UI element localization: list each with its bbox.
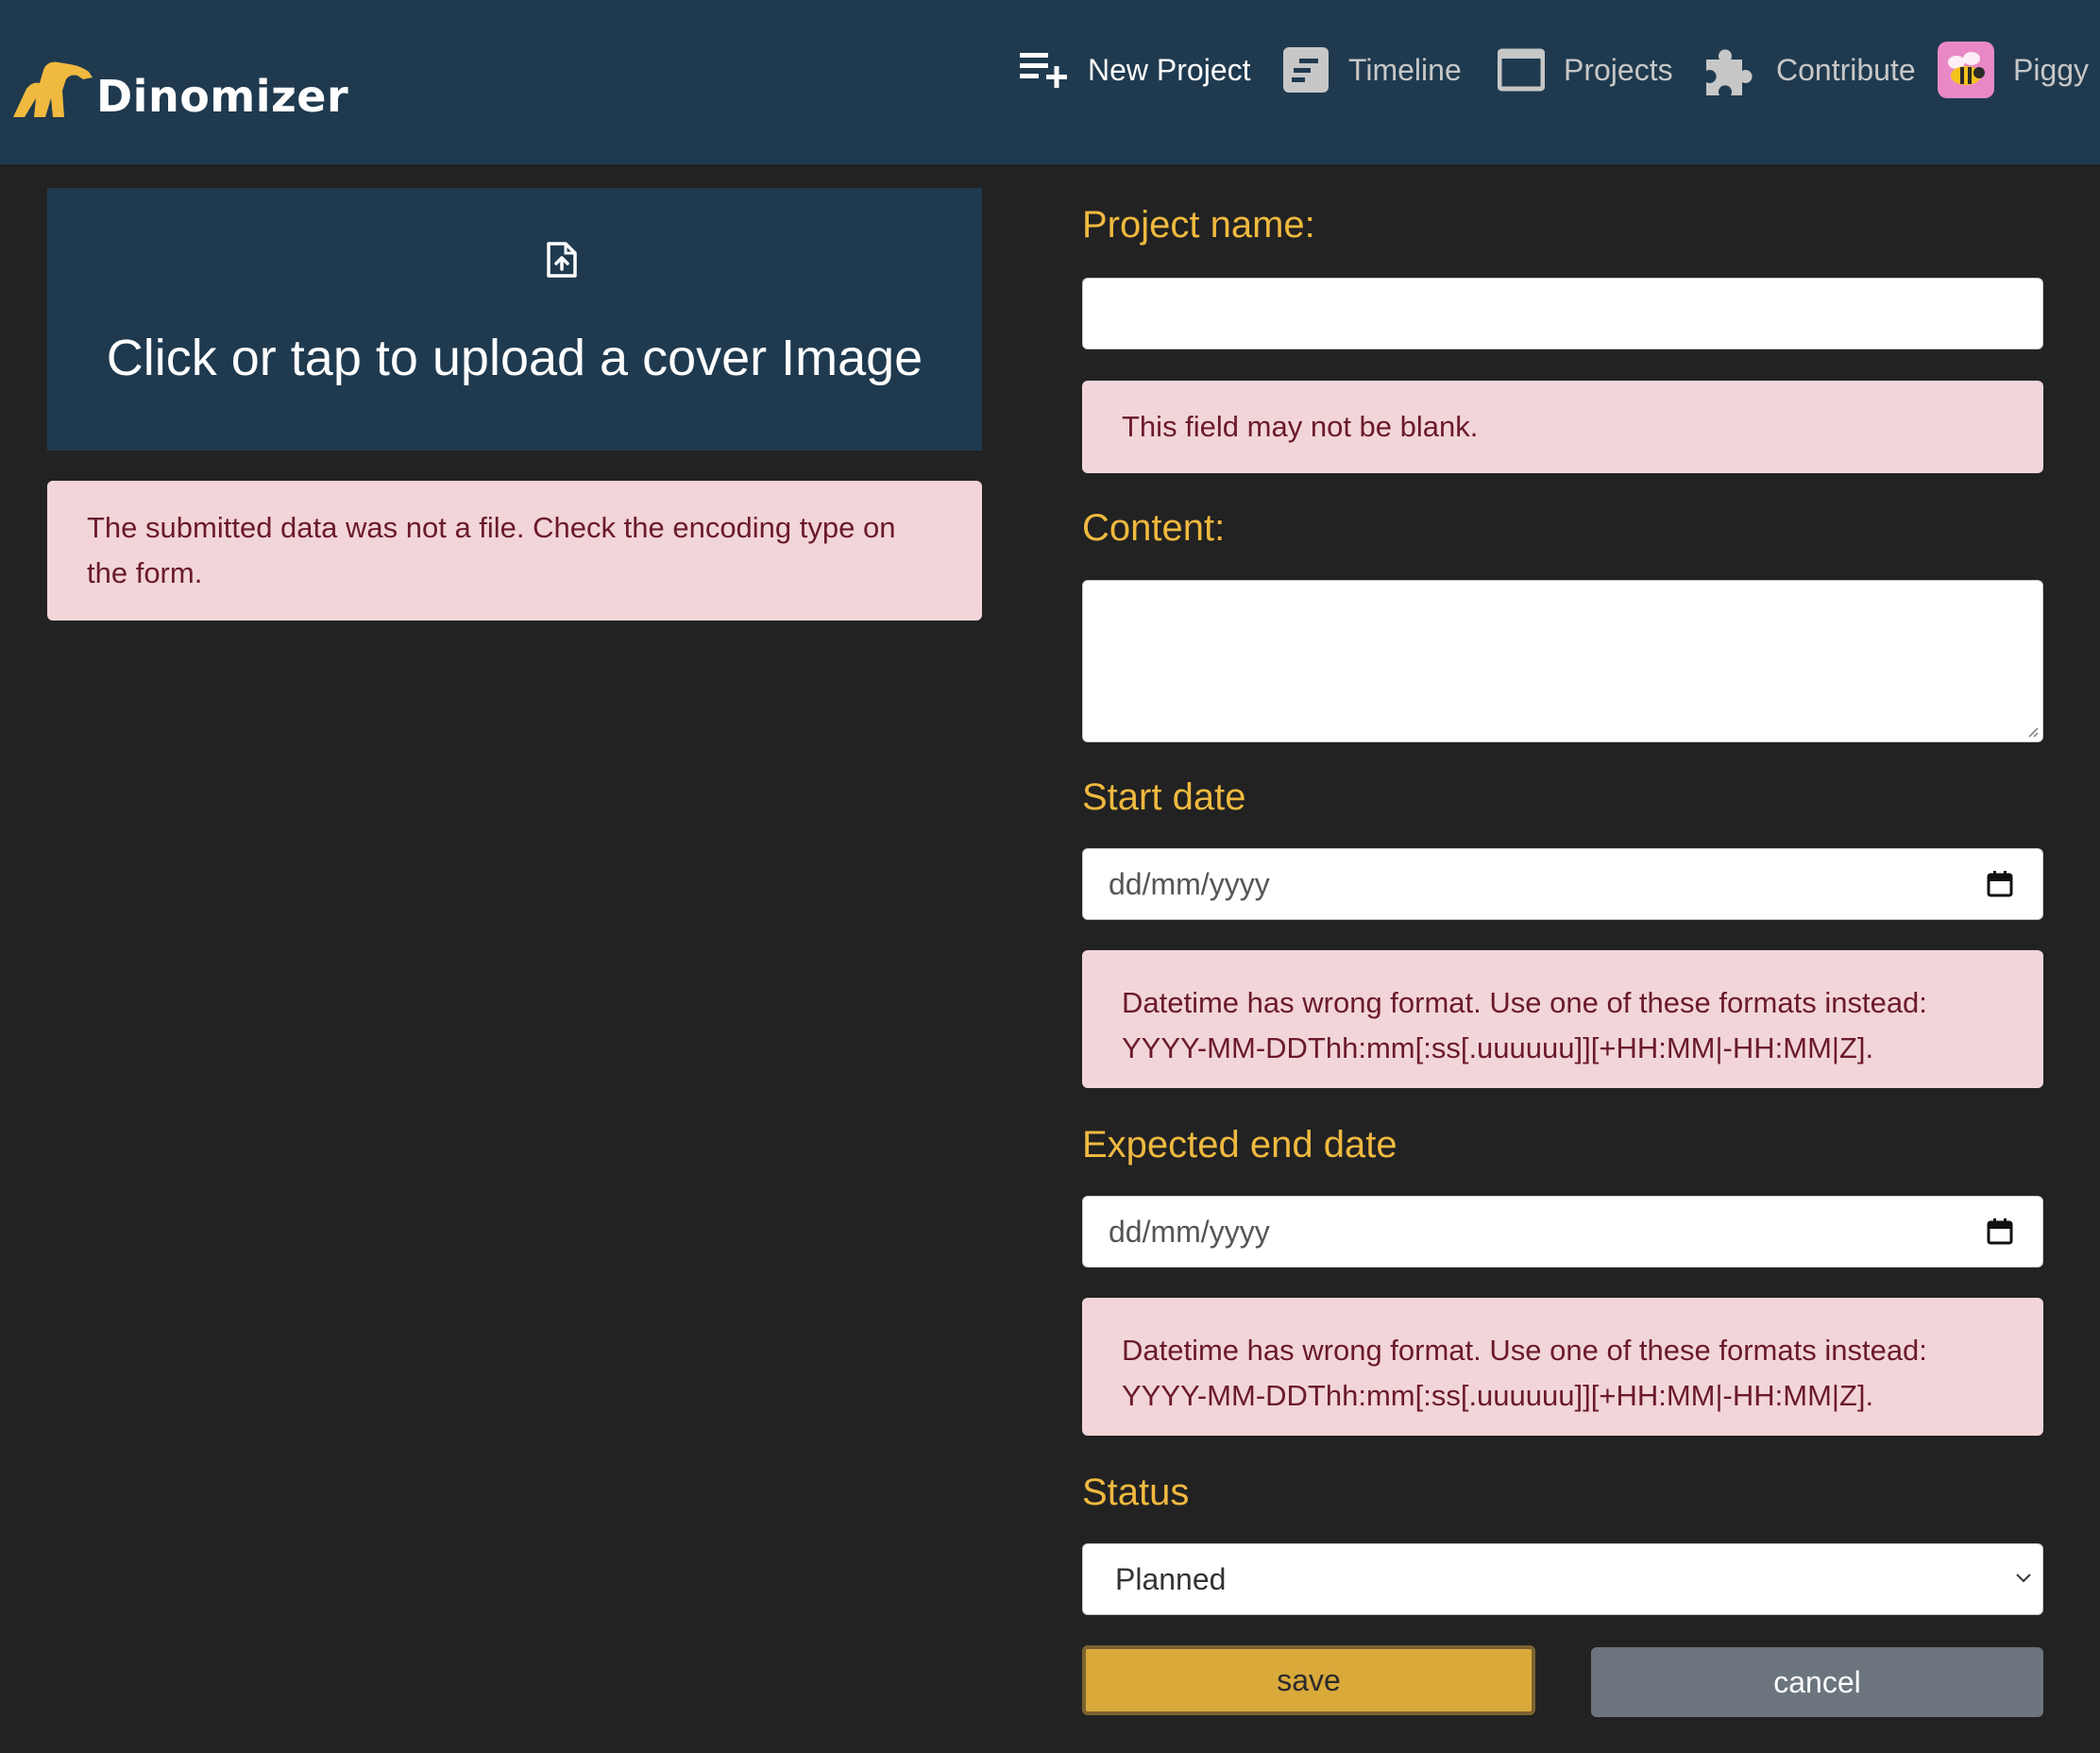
save-button-label: save xyxy=(1277,1662,1341,1697)
nav-projects[interactable]: Projects xyxy=(1498,42,1673,98)
start-date-error-alert: Datetime has wrong format. Use one of th… xyxy=(1082,950,2043,1088)
end-date-error-line1: Datetime has wrong format. Use one of th… xyxy=(1122,1334,1927,1367)
bee-avatar-icon xyxy=(1938,42,1994,98)
project-name-error-alert: This field may not be blank. xyxy=(1082,381,2043,473)
puzzle-icon xyxy=(1706,49,1753,95)
save-button[interactable]: save xyxy=(1082,1645,1535,1715)
cancel-button-label: cancel xyxy=(1773,1664,1861,1699)
brand-name: Dinomizer xyxy=(96,71,349,122)
nav-contribute-label: Contribute xyxy=(1776,52,1916,87)
upload-error-text: The submitted data was not a file. Check… xyxy=(87,511,896,589)
nav-new-project[interactable]: New Project xyxy=(1018,42,1251,98)
end-date-placeholder: dd/mm/yyyy xyxy=(1109,1214,1270,1249)
resize-grip-icon[interactable] xyxy=(2025,724,2039,738)
nav-projects-label: Projects xyxy=(1564,52,1673,87)
content-label: Content: xyxy=(1082,507,1226,549)
window-icon xyxy=(1498,48,1545,92)
playlist-add-icon xyxy=(1020,53,1067,88)
nav-contribute[interactable]: Contribute xyxy=(1702,42,1916,98)
file-upload-icon xyxy=(547,242,577,278)
content-textarea[interactable] xyxy=(1082,580,2043,742)
end-date-label: Expected end date xyxy=(1082,1124,1397,1166)
status-label: Status xyxy=(1082,1472,1190,1513)
status-select[interactable]: Planned xyxy=(1082,1543,2043,1615)
nav-timeline-label: Timeline xyxy=(1348,52,1462,87)
end-date-error-alert: Datetime has wrong format. Use one of th… xyxy=(1082,1298,2043,1436)
project-name-input[interactable] xyxy=(1082,278,2043,349)
user-menu[interactable]: Piggy xyxy=(1938,42,2089,98)
timeline-icon xyxy=(1283,47,1329,93)
top-navbar: Dinomizer New Project Timeline Projects … xyxy=(0,0,2100,164)
nav-new-project-label: New Project xyxy=(1088,52,1251,87)
start-date-input[interactable]: dd/mm/yyyy xyxy=(1082,848,2043,920)
status-selected-value: Planned xyxy=(1115,1561,1227,1596)
end-date-input[interactable]: dd/mm/yyyy xyxy=(1082,1196,2043,1268)
start-date-error-line1: Datetime has wrong format. Use one of th… xyxy=(1122,986,1927,1019)
calendar-icon[interactable] xyxy=(1986,1217,2014,1246)
end-date-error-line2: YYYY-MM-DDThh:mm[:ss[.uuuuuu]][+HH:MM|-H… xyxy=(1122,1379,1874,1412)
brand-logo[interactable]: Dinomizer xyxy=(11,55,348,121)
dinosaur-logo-icon xyxy=(13,61,93,117)
cover-image-upload[interactable]: Click or tap to upload a cover Image xyxy=(47,188,982,451)
start-date-label: Start date xyxy=(1082,776,1246,818)
upload-label: Click or tap to upload a cover Image xyxy=(106,330,923,386)
project-name-error-text: This field may not be blank. xyxy=(1122,410,1479,443)
user-name: Piggy xyxy=(2013,52,2090,87)
upload-error-alert: The submitted data was not a file. Check… xyxy=(47,481,982,621)
chevron-down-icon xyxy=(2016,1574,2031,1583)
start-date-error-line2: YYYY-MM-DDThh:mm[:ss[.uuuuuu]][+HH:MM|-H… xyxy=(1122,1031,1874,1064)
nav-timeline[interactable]: Timeline xyxy=(1282,42,1462,98)
cancel-button[interactable]: cancel xyxy=(1591,1647,2043,1717)
start-date-placeholder: dd/mm/yyyy xyxy=(1109,866,1270,901)
project-name-label: Project name: xyxy=(1082,204,1315,246)
calendar-icon[interactable] xyxy=(1986,870,2014,898)
